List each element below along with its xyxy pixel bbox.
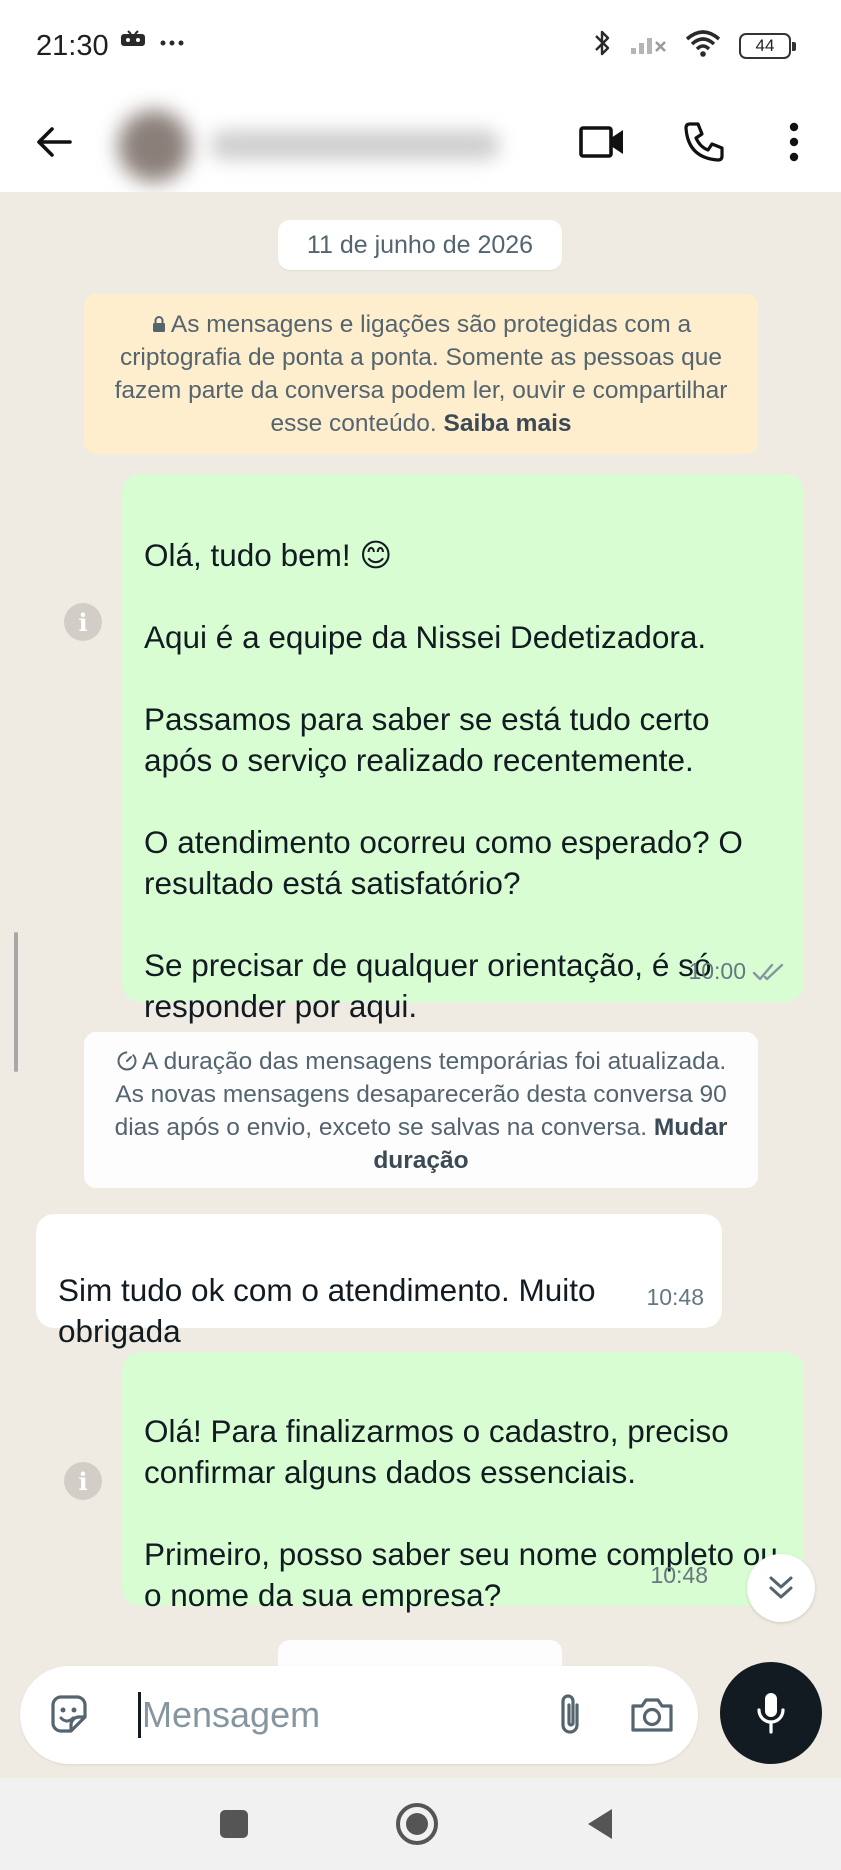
status-time: 21:30 bbox=[36, 30, 109, 62]
message-composer bbox=[20, 1666, 698, 1764]
battery-icon: 44 bbox=[739, 32, 796, 59]
info-icon[interactable]: i bbox=[64, 603, 102, 641]
more-dots-icon bbox=[160, 34, 184, 52]
message-time: 10:48 bbox=[646, 1284, 704, 1310]
camera-icon bbox=[631, 1698, 673, 1732]
timer-icon bbox=[117, 1051, 137, 1071]
date-chip: 11 de junho de 2026 bbox=[278, 220, 562, 270]
contact-avatar[interactable] bbox=[118, 110, 190, 182]
info-icon[interactable]: i bbox=[64, 1462, 102, 1500]
chat-header bbox=[0, 94, 841, 192]
status-bar: 21:30 44 bbox=[0, 0, 841, 94]
more-options-button[interactable] bbox=[766, 114, 822, 170]
sticker-icon bbox=[51, 1695, 87, 1733]
message-text: Sim tudo ok com o atendimento. Muito obr… bbox=[58, 1272, 596, 1349]
game-controller-icon bbox=[120, 30, 146, 55]
back-nav-button[interactable] bbox=[576, 1800, 624, 1848]
encryption-notice[interactable]: As mensagens e ligações são protegidas c… bbox=[84, 294, 758, 454]
back-button[interactable] bbox=[28, 116, 80, 168]
voice-message-button[interactable] bbox=[720, 1662, 822, 1764]
message-input[interactable] bbox=[142, 1686, 442, 1744]
message-time: 10:00 bbox=[688, 958, 746, 984]
scroll-indicator[interactable] bbox=[14, 932, 18, 1072]
bluetooth-icon bbox=[593, 28, 611, 63]
cellular-signal-icon bbox=[629, 30, 667, 61]
message-bubble-outgoing[interactable]: Olá! Para finalizarmos o cadastro, preci… bbox=[122, 1352, 804, 1613]
message-bubble-outgoing[interactable]: Olá, tudo bem! 😊 Aqui é a equipe da Niss… bbox=[122, 474, 804, 1024]
video-call-button[interactable] bbox=[574, 114, 630, 170]
attach-button[interactable] bbox=[544, 1688, 596, 1740]
camera-button[interactable] bbox=[624, 1688, 680, 1740]
contact-name[interactable] bbox=[210, 130, 500, 160]
message-time: 10:48 bbox=[650, 1562, 708, 1588]
disappearing-messages-notice[interactable]: A duração das mensagens temporárias foi … bbox=[84, 1032, 758, 1188]
learn-more-link[interactable]: Saiba mais bbox=[443, 410, 571, 437]
paperclip-icon bbox=[561, 1694, 579, 1734]
square-icon bbox=[220, 1810, 248, 1838]
scroll-to-bottom-button[interactable] bbox=[747, 1554, 815, 1622]
home-button[interactable] bbox=[393, 1800, 441, 1848]
more-vert-icon bbox=[789, 122, 799, 162]
video-call-icon bbox=[579, 126, 623, 158]
lock-icon bbox=[152, 316, 165, 332]
text-cursor bbox=[138, 1692, 141, 1738]
triangle-back-icon bbox=[588, 1809, 612, 1839]
microphone-icon bbox=[757, 1693, 785, 1734]
recent-apps-button[interactable] bbox=[210, 1800, 258, 1848]
double-chevron-down-icon bbox=[769, 1576, 793, 1599]
chat-area[interactable]: 11 de junho de 2026 As mensagens e ligaç… bbox=[0, 192, 841, 1778]
voice-call-button[interactable] bbox=[676, 114, 732, 170]
system-nav-bar bbox=[0, 1778, 841, 1870]
message-text: Olá, tudo bem! 😊 Aqui é a equipe da Niss… bbox=[144, 537, 743, 1024]
system-notice-text: A duração das mensagens temporárias foi … bbox=[114, 1048, 727, 1141]
message-bubble-incoming[interactable]: Sim tudo ok com o atendimento. Muito obr… bbox=[36, 1214, 722, 1349]
read-receipt-icon bbox=[752, 963, 784, 980]
sticker-button[interactable] bbox=[44, 1690, 94, 1740]
wifi-icon bbox=[685, 29, 721, 62]
circle-icon bbox=[396, 1803, 438, 1845]
voice-call-icon bbox=[684, 122, 724, 162]
encryption-notice-text: As mensagens e ligações são protegidas c… bbox=[114, 311, 728, 437]
arrow-left-icon bbox=[37, 127, 72, 157]
